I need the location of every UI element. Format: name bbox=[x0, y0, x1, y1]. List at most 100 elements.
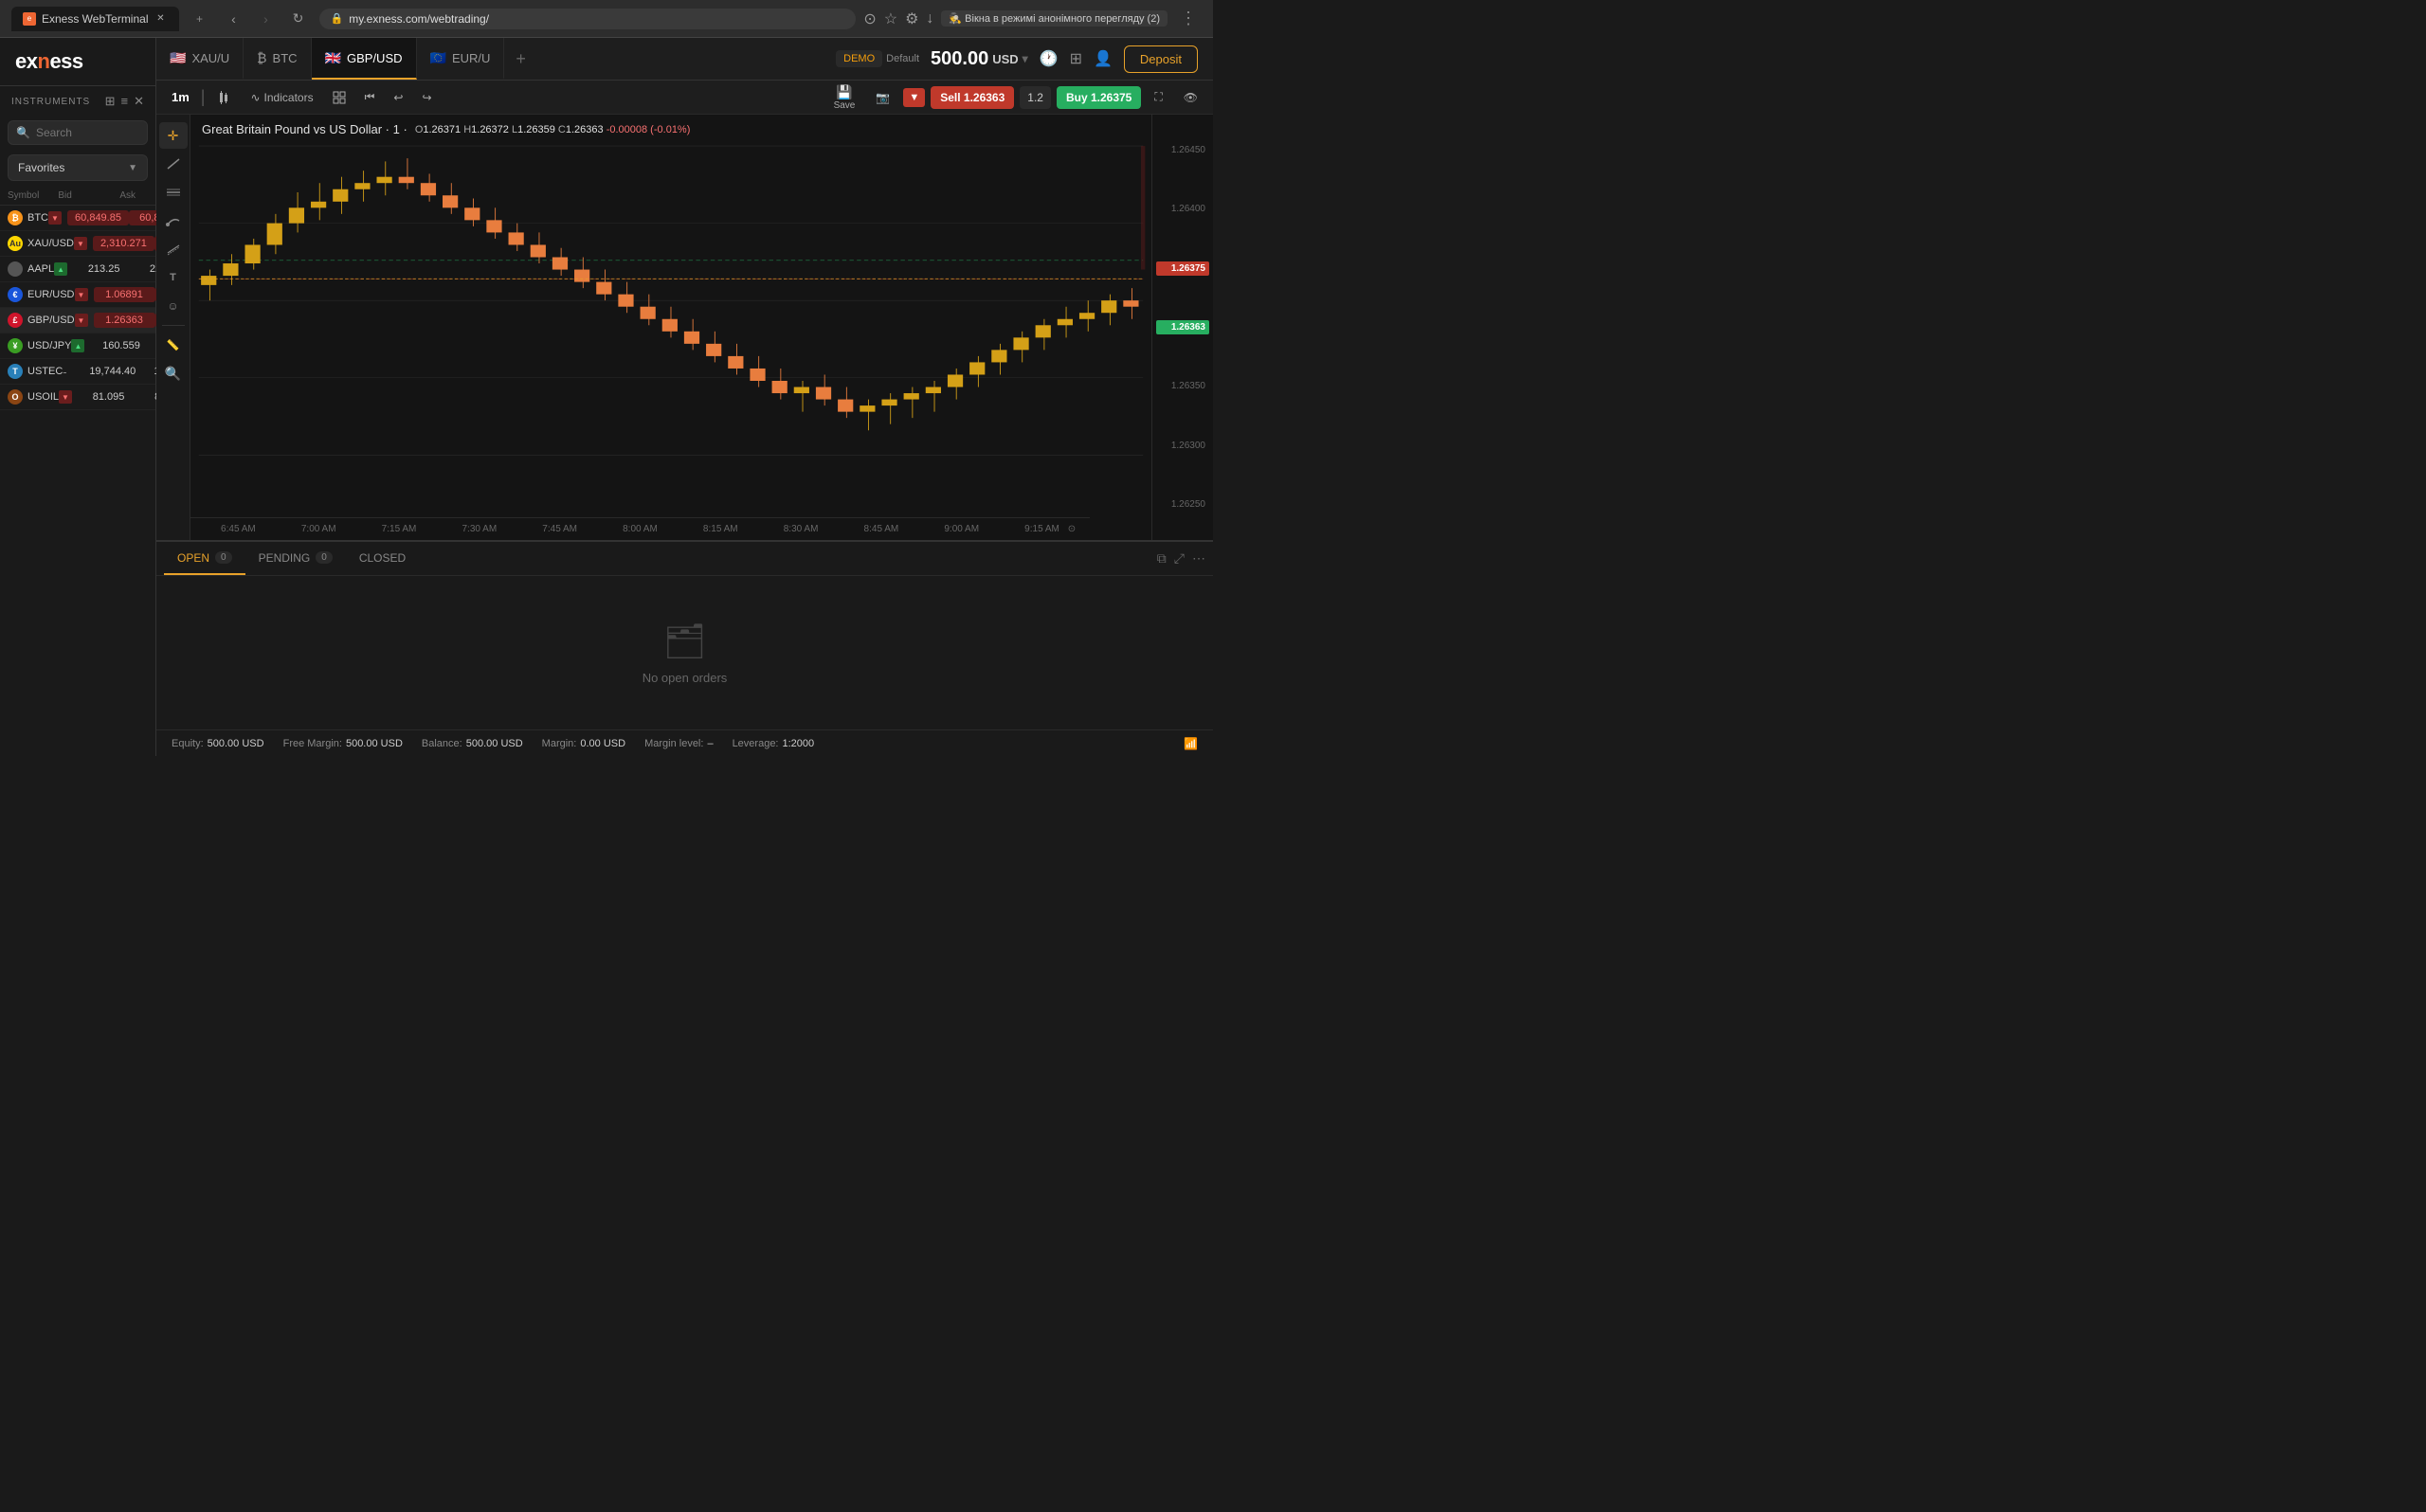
cast-icon[interactable]: ⊙ bbox=[863, 9, 876, 28]
text-tool[interactable]: T bbox=[159, 264, 188, 291]
symbol-tab-GBP/USD[interactable]: 🇬🇧GBP/USD bbox=[312, 38, 417, 80]
favorites-dropdown[interactable]: Favorites ▼ bbox=[8, 154, 148, 181]
demo-badge: DEMO bbox=[836, 50, 882, 67]
back-button[interactable]: ‹ bbox=[221, 6, 247, 32]
app-container: exness INSTRUMENTS ⊞ ≡ ✕ 🔍 Favorites ▼ S… bbox=[0, 38, 1213, 756]
account-dropdown-arrow[interactable]: ▾ bbox=[1023, 52, 1028, 65]
undo-button[interactable]: ↩ bbox=[386, 87, 410, 108]
orders-more-icon[interactable]: ⋯ bbox=[1192, 550, 1205, 567]
orders-tab-group: OPEN 0 PENDING 0 CLOSED bbox=[164, 542, 419, 575]
chart-type-button[interactable] bbox=[208, 86, 239, 109]
symbol-cell: ¥ USD/JPY bbox=[8, 338, 71, 353]
reload-button[interactable]: ↻ bbox=[285, 6, 312, 32]
deposit-button[interactable]: Deposit bbox=[1124, 45, 1198, 73]
price-chart[interactable] bbox=[190, 115, 1151, 480]
forward-button[interactable]: › bbox=[253, 6, 280, 32]
balance-amount: 500.00 bbox=[931, 48, 988, 70]
leverage-value: 1:2000 bbox=[783, 738, 815, 749]
template-button[interactable] bbox=[325, 87, 353, 108]
new-tab-button[interactable]: + bbox=[187, 7, 213, 31]
extensions-icon[interactable]: ⚙ bbox=[905, 9, 918, 28]
time-label: 7:45 AM bbox=[542, 524, 577, 534]
list-view-icon[interactable]: ≡ bbox=[121, 94, 129, 109]
logo-area: exness bbox=[0, 38, 155, 86]
search-box[interactable]: 🔍 bbox=[8, 120, 148, 145]
instrument-row-USTEC[interactable]: T USTEC - 19,744.40 19,750.3 bbox=[0, 359, 155, 385]
pending-orders-tab[interactable]: PENDING 0 bbox=[245, 542, 346, 575]
ruler-tool[interactable]: 📏 bbox=[159, 332, 188, 358]
search-input[interactable] bbox=[36, 126, 139, 139]
trend-line-tool[interactable] bbox=[159, 151, 188, 177]
spread-display: 1.2 bbox=[1020, 86, 1051, 109]
orders-expand-icon[interactable]: ⤢ bbox=[1174, 550, 1185, 567]
crosshair-tool[interactable]: ✛ bbox=[159, 122, 188, 149]
grid-view-icon[interactable]: ⊞ bbox=[105, 94, 116, 109]
price-down-indicator[interactable]: ▼ bbox=[903, 88, 925, 107]
instrument-list: ₿ BTC ▼ 60,849.85 60,886.1 Au XAU/USD ▼ … bbox=[0, 206, 155, 410]
close-sidebar-icon[interactable]: ✕ bbox=[134, 94, 144, 109]
instrument-row-AAPL[interactable]: AAPL ▲ 213.25 213.34 bbox=[0, 257, 155, 282]
time-label: 7:15 AM bbox=[382, 524, 417, 534]
redo-button[interactable]: ↪ bbox=[414, 87, 439, 108]
price-level-126450: 1.26450 bbox=[1156, 143, 1209, 157]
download-icon[interactable]: ↓ bbox=[926, 10, 933, 27]
fullscreen-button[interactable]: ⛶ bbox=[1147, 86, 1169, 108]
open-orders-tab[interactable]: OPEN 0 bbox=[164, 542, 245, 575]
instrument-row-USOIL[interactable]: O USOIL ▼ 81.095 81.114 bbox=[0, 385, 155, 410]
eye-button[interactable]: 👁 bbox=[1176, 87, 1205, 108]
signal-up-icon: ▲ bbox=[71, 339, 84, 352]
coin-icon: £ bbox=[8, 313, 23, 328]
bookmark-icon[interactable]: ☆ bbox=[884, 9, 897, 28]
sell-button[interactable]: Sell 1.26363 bbox=[931, 86, 1014, 109]
emoji-tool[interactable]: ☺ bbox=[159, 293, 188, 319]
rewind-button[interactable]: ⏮ bbox=[357, 86, 383, 108]
add-symbol-tab[interactable]: + bbox=[504, 49, 537, 69]
instrument-row-USD/JPY[interactable]: ¥ USD/JPY ▲ 160.559 160.570 bbox=[0, 333, 155, 359]
account-balance[interactable]: 500.00 USD ▾ bbox=[931, 48, 1028, 70]
closed-orders-tab[interactable]: CLOSED bbox=[346, 542, 419, 575]
orders-copy-icon[interactable]: ⧉ bbox=[1157, 550, 1167, 567]
instrument-row-XAU/USD[interactable]: Au XAU/USD ▼ 2,310.271 2,310.47 bbox=[0, 231, 155, 257]
symbol-tab-BTC[interactable]: ₿BTC bbox=[244, 38, 311, 80]
time-label: 8:15 AM bbox=[703, 524, 738, 534]
instrument-row-EUR/USD[interactable]: € EUR/USD ▼ 1.06891 1.06901 bbox=[0, 282, 155, 308]
apps-icon[interactable]: ⊞ bbox=[1070, 49, 1082, 68]
chart-container[interactable]: Great Britain Pound vs US Dollar · 1 · O… bbox=[190, 115, 1151, 540]
free-margin-value: 500.00 USD bbox=[346, 738, 403, 749]
goto-present-button[interactable]: ⊙ bbox=[1058, 516, 1086, 541]
coin-icon: T bbox=[8, 364, 23, 379]
more-options-button[interactable]: ⋮ bbox=[1175, 6, 1202, 32]
margin-level-item: Margin level: – bbox=[644, 738, 713, 749]
bid-price: 60,849.85 bbox=[67, 210, 129, 225]
symbol-cell: O USOIL bbox=[8, 389, 59, 405]
save-button[interactable]: 💾 Save bbox=[826, 82, 863, 113]
browser-tab[interactable]: e Exness WebTerminal ✕ bbox=[11, 7, 179, 31]
candlestick-icon bbox=[216, 90, 231, 105]
instrument-row-BTC[interactable]: ₿ BTC ▼ 60,849.85 60,886.1 bbox=[0, 206, 155, 231]
price-level-126250: 1.26250 bbox=[1156, 497, 1209, 512]
signal-up-icon: ▲ bbox=[54, 262, 67, 276]
instrument-row-GBP/USD[interactable]: £ GBP/USD ▼ 1.26363 1.26375 bbox=[0, 308, 155, 333]
symbol-tab-XAU/U[interactable]: 🇺🇸XAU/U bbox=[156, 38, 244, 80]
price-level-126375: 1.26375 bbox=[1156, 261, 1209, 276]
top-bar: 🇺🇸XAU/U₿BTC🇬🇧GBP/USD🇪🇺EUR/U+ DEMO Defaul… bbox=[156, 38, 1213, 81]
balance-item: Balance: 500.00 USD bbox=[422, 738, 523, 749]
screenshot-button[interactable]: 📷 bbox=[868, 87, 897, 108]
fibonacci-tool[interactable] bbox=[159, 207, 188, 234]
horizontal-line-tool[interactable] bbox=[159, 179, 188, 206]
close-tab-button[interactable]: ✕ bbox=[154, 12, 168, 26]
user-icon[interactable]: 👤 bbox=[1094, 49, 1113, 68]
indicators-button[interactable]: ∿ Indicators bbox=[243, 87, 320, 108]
orders-panel: OPEN 0 PENDING 0 CLOSED ⧉ ⤢ ⋯ bbox=[156, 540, 1213, 729]
address-bar[interactable]: 🔒 my.exness.com/webtrading/ bbox=[319, 9, 857, 29]
clock-icon[interactable]: 🕐 bbox=[1040, 49, 1059, 68]
buy-button[interactable]: Buy 1.26375 bbox=[1057, 86, 1141, 109]
symbol-cell: ₿ BTC bbox=[8, 210, 48, 225]
symbol-tab-EUR/U[interactable]: 🇪🇺EUR/U bbox=[417, 38, 505, 80]
chevron-down-icon: ▼ bbox=[128, 163, 137, 173]
channel-tool[interactable] bbox=[159, 236, 188, 262]
zoom-tool[interactable]: 🔍 bbox=[159, 360, 188, 387]
timeframe-button[interactable]: 1m bbox=[164, 86, 197, 108]
tab-flag: 🇺🇸 bbox=[170, 50, 186, 66]
chart-header-info: Great Britain Pound vs US Dollar · 1 · O… bbox=[202, 122, 690, 136]
